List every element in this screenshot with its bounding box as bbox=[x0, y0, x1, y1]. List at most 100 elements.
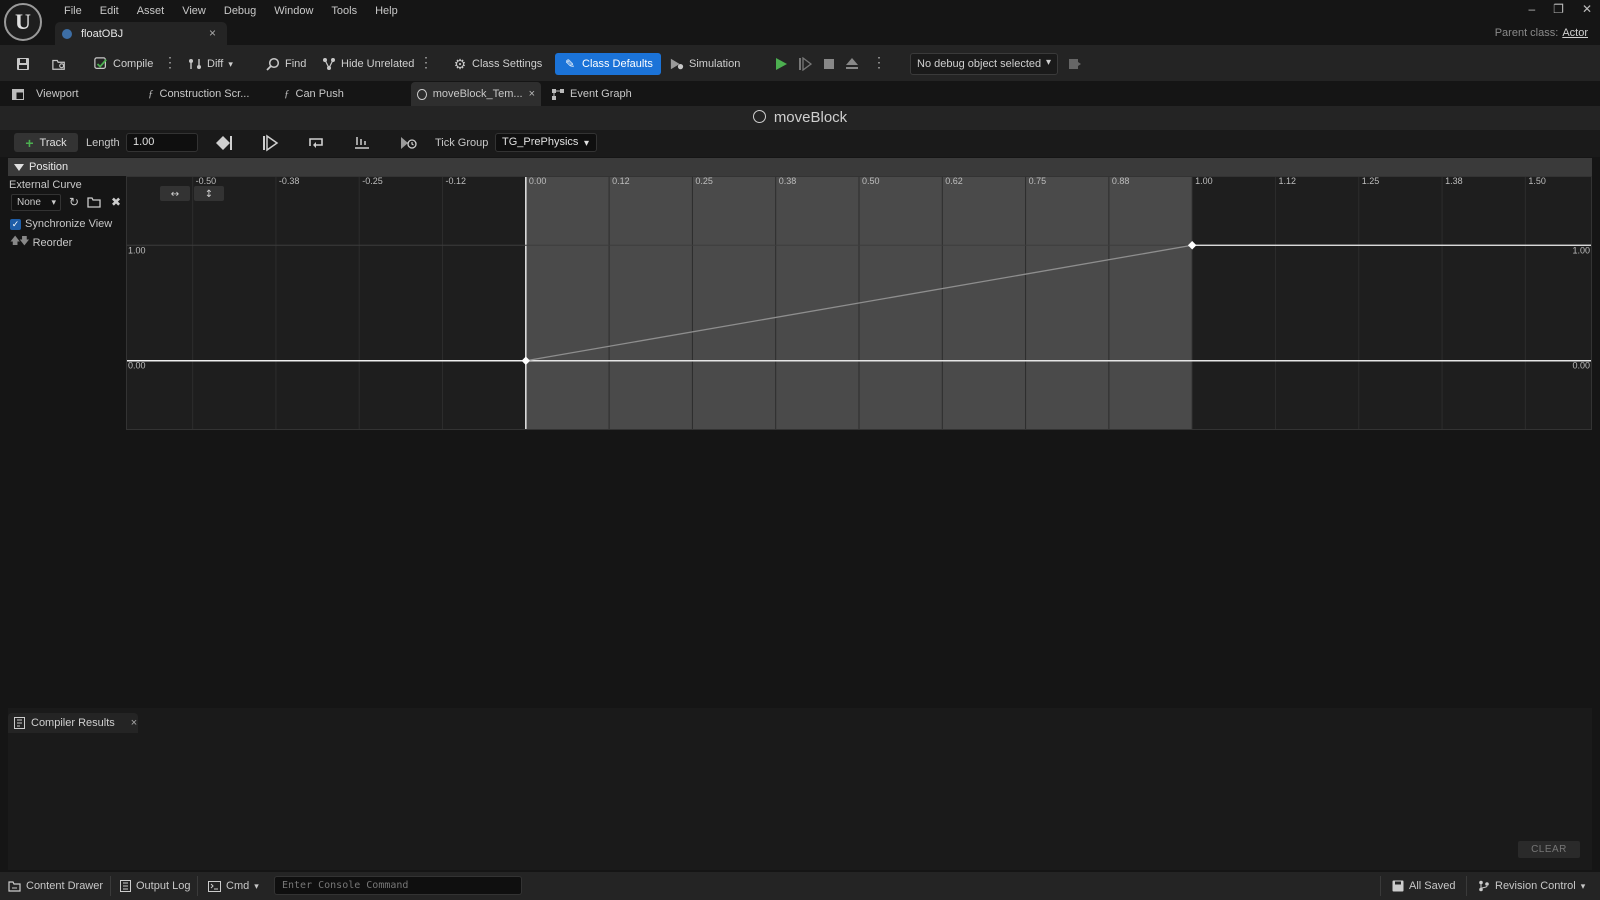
ignore-time-dilation-icon[interactable] bbox=[398, 134, 418, 152]
plus-icon: + bbox=[25, 134, 34, 151]
chevron-down-icon: ▾ bbox=[51, 197, 56, 207]
menu-edit[interactable]: Edit bbox=[91, 2, 128, 20]
output-log-button[interactable]: Output Log bbox=[120, 872, 190, 900]
curve-canvas[interactable]: -0.50 -0.38 -0.25 -0.12 0.00 0.12 0.25 0.38 0.50… bbox=[126, 176, 1592, 430]
reorder-handle[interactable]: 🡅🡇 Reorder bbox=[10, 234, 72, 251]
console-command-input[interactable]: Enter Console Command bbox=[274, 876, 522, 895]
diff-button[interactable]: Diff ▾ bbox=[184, 53, 237, 75]
all-saved-button[interactable]: All Saved bbox=[1392, 872, 1455, 900]
use-selected-asset-icon[interactable]: ↻ bbox=[66, 194, 82, 211]
menu-file[interactable]: File bbox=[55, 2, 91, 20]
hide-unrelated-button[interactable]: Hide Unrelated bbox=[318, 53, 418, 75]
revision-control-button[interactable]: Revision Control ▾ bbox=[1478, 872, 1585, 900]
menu-view[interactable]: View bbox=[173, 2, 215, 20]
tab-viewport[interactable]: Viewport bbox=[12, 82, 79, 106]
clear-curve-icon[interactable]: ✖ bbox=[108, 194, 124, 211]
external-curve-select[interactable]: None ▾ bbox=[11, 194, 61, 211]
time-tick-label: 1.38 bbox=[1445, 176, 1463, 186]
step-button[interactable] bbox=[794, 53, 816, 75]
close-tab-icon[interactable]: × bbox=[529, 88, 535, 100]
tab-can-push[interactable]: ƒ Can Push bbox=[284, 82, 344, 106]
graph-icon bbox=[552, 88, 564, 100]
eject-button[interactable] bbox=[841, 53, 863, 75]
output-log-label: Output Log bbox=[136, 880, 191, 892]
synchronize-view-checkbox[interactable]: ✓ Synchronize View bbox=[10, 218, 112, 230]
clear-button[interactable]: CLEAR bbox=[1518, 841, 1580, 858]
class-defaults-button[interactable]: ✎ Class Defaults bbox=[555, 53, 661, 75]
all-saved-label: All Saved bbox=[1409, 880, 1456, 892]
tab-construction-script[interactable]: ƒ Construction Scr... bbox=[148, 82, 249, 106]
simulation-label: Simulation bbox=[689, 58, 741, 70]
browse-folder-icon bbox=[52, 57, 66, 71]
class-settings-button[interactable]: ⚙ Class Settings bbox=[449, 53, 546, 75]
compile-options-icon[interactable]: ⋮ bbox=[163, 55, 177, 69]
play-options-icon[interactable]: ⋮ bbox=[872, 55, 886, 69]
save-button[interactable] bbox=[12, 53, 34, 75]
close-tab-icon[interactable]: × bbox=[209, 26, 216, 40]
use-last-keyframe-icon[interactable] bbox=[214, 134, 234, 152]
length-input[interactable]: 1.00 bbox=[126, 133, 198, 152]
curve-editor-graph[interactable]: -0.50 -0.38 -0.25 -0.12 0.00 0.12 0.25 0.38 0.50… bbox=[126, 176, 1592, 430]
menu-asset[interactable]: Asset bbox=[128, 2, 174, 20]
time-tick-label: 0.50 bbox=[862, 176, 880, 186]
content-drawer-button[interactable]: Content Drawer bbox=[8, 872, 103, 900]
autoplay-icon[interactable] bbox=[260, 134, 280, 152]
content-drawer-icon bbox=[8, 880, 21, 892]
compiler-results-panel bbox=[8, 708, 1592, 870]
play-button[interactable] bbox=[770, 53, 792, 75]
browse-asset-icon[interactable] bbox=[86, 194, 102, 211]
time-tick-label: 0.25 bbox=[695, 176, 713, 186]
time-tick-label: 1.12 bbox=[1278, 176, 1296, 186]
loop-icon[interactable] bbox=[306, 134, 326, 152]
timeline-title: moveBlock bbox=[773, 109, 848, 126]
stop-icon bbox=[822, 57, 836, 71]
time-tick-label: -0.50 bbox=[196, 176, 217, 186]
restore-icon[interactable]: ❐ bbox=[1553, 2, 1564, 16]
collapse-triangle-icon[interactable] bbox=[14, 163, 24, 171]
content-drawer-label: Content Drawer bbox=[26, 880, 104, 892]
function-icon: ƒ bbox=[148, 88, 154, 100]
hide-unrelated-icon bbox=[322, 57, 336, 71]
replicated-icon[interactable] bbox=[352, 134, 372, 152]
minimize-icon[interactable]: – bbox=[1528, 2, 1535, 16]
time-tick-label: 1.25 bbox=[1362, 176, 1380, 186]
close-tab-icon[interactable]: × bbox=[131, 717, 137, 729]
fit-vertical-icon: ↕ bbox=[205, 189, 213, 200]
zoom-to-fit-vertical-button[interactable]: ↕ bbox=[194, 186, 224, 201]
debug-object-select[interactable]: No debug object selected ▾ bbox=[910, 53, 1058, 75]
clock-icon bbox=[417, 88, 427, 100]
stop-button[interactable] bbox=[818, 53, 840, 75]
unreal-logo-icon[interactable]: U bbox=[4, 3, 42, 41]
tab-compiler-results[interactable]: Compiler Results × bbox=[8, 713, 138, 733]
tab-event-graph-label: Event Graph bbox=[570, 88, 632, 100]
debug-browse-button[interactable] bbox=[1064, 53, 1086, 75]
menu-debug[interactable]: Debug bbox=[215, 2, 265, 20]
tick-group-select[interactable]: TG_PrePhysics ▾ bbox=[495, 133, 597, 152]
hide-unrelated-options-icon[interactable]: ⋮ bbox=[419, 55, 433, 69]
save-icon bbox=[1392, 880, 1404, 892]
document-tab-floatobj[interactable]: floatOBJ × bbox=[55, 22, 227, 45]
menu-help[interactable]: Help bbox=[366, 2, 407, 20]
add-track-button[interactable]: + Track bbox=[14, 133, 78, 152]
parent-class-link[interactable]: Actor bbox=[1562, 27, 1588, 39]
external-curve-value: None bbox=[17, 197, 41, 208]
track-header-position[interactable]: Position bbox=[8, 158, 1592, 176]
time-tick-label: 0.38 bbox=[779, 176, 797, 186]
find-button[interactable]: Find bbox=[262, 53, 310, 75]
reorder-label: Reorder bbox=[32, 236, 73, 249]
cmd-select[interactable]: Cmd ▾ bbox=[208, 872, 259, 900]
tick-group-label: Tick Group bbox=[435, 137, 489, 149]
chevron-down-icon: ▾ bbox=[1580, 880, 1586, 891]
simulation-button[interactable]: Simulation bbox=[666, 53, 744, 75]
menu-window[interactable]: Window bbox=[265, 2, 322, 20]
browse-button[interactable] bbox=[48, 53, 70, 75]
menu-tools[interactable]: Tools bbox=[322, 2, 366, 20]
zoom-to-fit-horizontal-button[interactable]: ↔ bbox=[160, 186, 190, 201]
tab-event-graph[interactable]: Event Graph bbox=[552, 82, 632, 106]
cmd-label: Cmd bbox=[226, 880, 250, 892]
compile-label: Compile bbox=[113, 58, 154, 70]
tab-timeline-label: moveBlock_Tem... bbox=[432, 88, 523, 100]
compile-button[interactable]: Compile bbox=[90, 53, 157, 75]
tab-movblock-timeline[interactable]: moveBlock_Tem... × bbox=[411, 82, 541, 106]
close-window-icon[interactable]: ✕ bbox=[1582, 2, 1592, 16]
